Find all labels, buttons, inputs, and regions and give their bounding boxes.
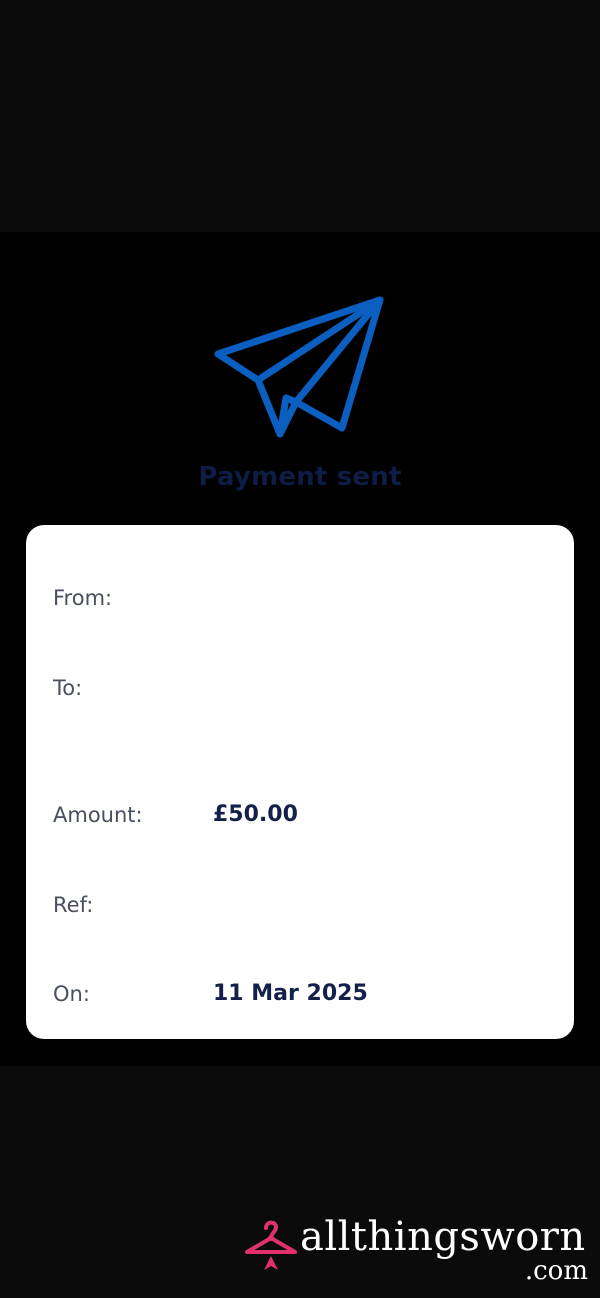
top-letterbox [0,0,600,232]
to-label: To: [53,676,83,700]
payment-details-card: From: To: Amount: £50.00 Ref: On: 11 Mar… [26,525,574,1039]
amount-value: £50.00 [213,802,298,827]
ref-label: Ref: [53,893,94,917]
watermark-suffix: .com [524,1256,588,1286]
hanger-logo-icon [245,1220,297,1270]
date-value: 11 Mar 2025 [213,981,368,1006]
watermark-text: allthingsworn [300,1214,586,1260]
watermark-logo: allthingsworn .com [244,1214,594,1288]
payment-status-title: Payment sent [198,462,402,492]
amount-label: Amount: [53,803,143,827]
from-label: From: [53,586,113,610]
paper-plane-icon [214,296,384,438]
date-label: On: [53,982,90,1006]
